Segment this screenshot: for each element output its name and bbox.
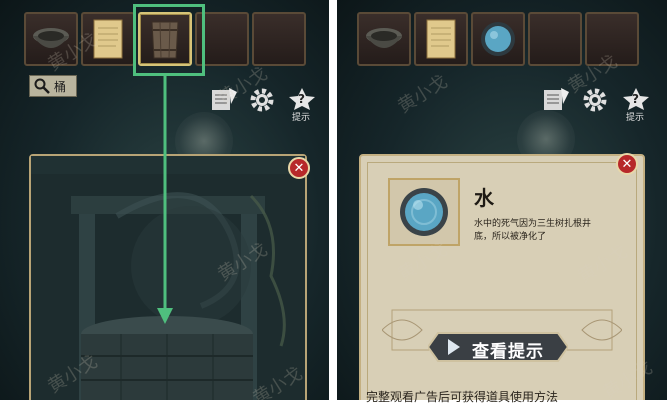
- gear-icon[interactable]: [248, 86, 276, 114]
- inventory-slot-stone-bowl[interactable]: [357, 12, 411, 66]
- inventory-slot-empty[interactable]: [585, 12, 639, 66]
- notes-icon[interactable]: [209, 86, 239, 112]
- notes-icon[interactable]: [541, 86, 571, 112]
- drag-arrow: [157, 76, 173, 324]
- hint-icon[interactable]: ?: [621, 86, 651, 110]
- item-title: 水: [474, 186, 494, 210]
- zoom-item-label: 桶: [54, 79, 67, 94]
- item-description: 水中的死气因为三生树扎根井底，所以被净化了: [474, 219, 592, 242]
- inventory-slot-empty[interactable]: [252, 12, 306, 66]
- inventory-slot-paper-scroll[interactable]: [414, 12, 468, 66]
- inventory-slot-stone-bowl[interactable]: [24, 12, 78, 66]
- gear-icon[interactable]: [581, 86, 609, 114]
- magnifier-icon: [34, 78, 50, 94]
- hint-label: 提示: [626, 113, 645, 123]
- svg-text:?: ?: [298, 92, 305, 106]
- inventory-slot-water-orb[interactable]: [471, 12, 525, 66]
- close-icon: ✕: [621, 156, 633, 172]
- inventory-bar: [357, 12, 639, 70]
- stone-bowl-icon: [366, 28, 402, 48]
- close-icon: ✕: [293, 160, 305, 176]
- inventory-slot-empty[interactable]: [528, 12, 582, 66]
- view-hint-label: 查看提示: [472, 342, 544, 362]
- stone-bowl-icon: [33, 28, 69, 48]
- selected-item-highlight: [133, 4, 205, 76]
- hint-label: 提示: [292, 113, 311, 123]
- water-orb-icon: [400, 188, 448, 236]
- ad-note: 完整观看广告后可获得道具使用方法: [366, 390, 559, 404]
- close-button[interactable]: ✕: [616, 153, 638, 175]
- item-preview-frame: [388, 178, 460, 246]
- svg-text:?: ?: [632, 92, 639, 106]
- left-screen: 桶 ? 提示 ✕ 黄小戈 黄小戈 黄小戈 黄小戈 黄小戈: [0, 0, 329, 400]
- inventory-slot-paper-scroll[interactable]: [81, 12, 135, 66]
- close-button[interactable]: ✕: [288, 157, 310, 179]
- water-orb-icon: [481, 22, 515, 56]
- hint-icon[interactable]: ?: [287, 86, 317, 110]
- scroll-icon: [93, 19, 123, 59]
- zoom-item-button[interactable]: 桶: [29, 75, 77, 97]
- scroll-icon: [426, 19, 456, 59]
